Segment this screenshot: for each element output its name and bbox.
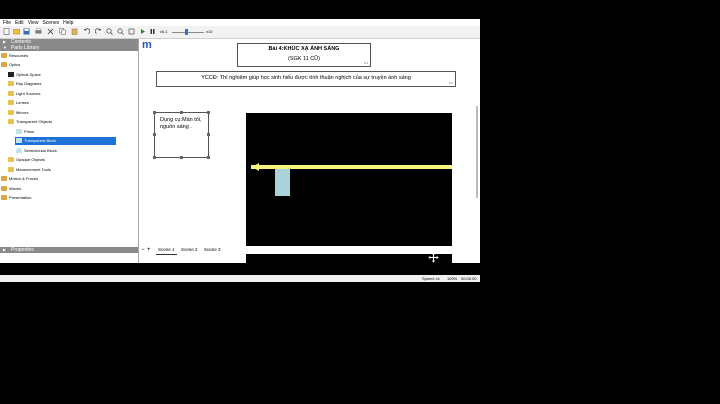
tree-item-transparent-objects[interactable]: Transparent Objects [8, 118, 52, 126]
menu-scenes[interactable]: Scenes [42, 20, 59, 26]
prism-icon [16, 129, 22, 135]
pause-icon[interactable] [149, 28, 156, 35]
resize-handle[interactable] [180, 156, 183, 159]
zoom-slider-track[interactable] [172, 32, 204, 33]
tab-scene-3[interactable]: Scene 3 [202, 246, 223, 254]
tree-item-lenses[interactable]: Lenses [8, 99, 29, 107]
objective-page-indicator: 1/1 [448, 81, 453, 85]
title-page-indicator: 1/1 [363, 61, 368, 65]
tree-item-motion-forces[interactable]: Motion & Forces [1, 175, 38, 183]
tree-item-measurement-tools[interactable]: Measurement Tools [8, 166, 51, 174]
note-text: Dụng cụ:Màn tối, nguồn sáng . [160, 117, 202, 130]
resize-handle[interactable] [207, 156, 210, 159]
vertical-scrollbar[interactable] [476, 106, 478, 198]
menu-help[interactable]: Help [63, 20, 73, 26]
left-panel: ▶ Contents ▼ Parts Library Resources Opt… [0, 39, 139, 263]
zoom-in-icon[interactable] [106, 28, 113, 35]
print-icon[interactable] [35, 28, 42, 35]
tree-item-opaque-objects[interactable]: Opaque Objects [8, 156, 45, 164]
folder-icon [1, 62, 7, 68]
parts-library-panel-header[interactable]: ▼ Parts Library [0, 45, 138, 51]
resize-handle[interactable] [180, 111, 183, 114]
tree-item-presentation[interactable]: Presentation [1, 194, 31, 202]
resize-handle[interactable] [153, 111, 156, 114]
semicircular-block-icon [16, 148, 22, 154]
save-icon[interactable] [23, 28, 30, 35]
status-bar: Speed: x1 100% 00:05.00 [0, 275, 480, 282]
add-scene-button[interactable]: + [147, 246, 151, 254]
fit-page-icon[interactable] [128, 28, 135, 35]
folder-icon [1, 195, 7, 201]
resize-handle[interactable] [153, 133, 156, 136]
folder-icon [8, 110, 14, 116]
folder-icon [8, 100, 14, 106]
tree-item-optics[interactable]: Optics [1, 61, 20, 69]
optics-scene [251, 163, 452, 196]
redo-icon[interactable] [95, 28, 102, 35]
tree-item-resources[interactable]: Resources [1, 52, 28, 60]
note-textbox[interactable]: Dụng cụ:Màn tối, nguồn sáng . [153, 111, 210, 159]
tree-item-transparent-block[interactable]: Transparent Block [15, 137, 116, 145]
menu-edit[interactable]: Edit [15, 20, 24, 26]
tree-item-ray-diagrams[interactable]: Ray Diagrams [8, 80, 41, 88]
folder-icon [1, 53, 7, 59]
canvas-area: m Bài 4:KHÚC XẠ ÁNH SÁNG (SGK 11 CŨ) 1/1… [139, 39, 480, 263]
menu-view[interactable]: View [28, 20, 39, 26]
resize-handle[interactable] [207, 111, 210, 114]
paste-icon[interactable] [71, 28, 78, 35]
tree-item-waves[interactable]: Waves [1, 185, 21, 193]
copy-icon[interactable] [59, 28, 66, 35]
zoom-min-label: x0.1 [160, 29, 168, 34]
remove-scene-button[interactable]: − [141, 246, 145, 254]
optical-space[interactable] [246, 113, 452, 263]
play-icon[interactable] [139, 28, 146, 35]
title-line-1: Bài 4:KHÚC XẠ ÁNH SÁNG [268, 46, 340, 52]
zoom-percent: 100% [447, 276, 458, 281]
tree-item-optical-space[interactable]: Optical Space [8, 71, 41, 79]
light-ray [251, 165, 452, 169]
folder-icon [8, 157, 14, 163]
zoom-max-label: x10 [206, 29, 213, 34]
toolbar: x0.1 x10 [0, 26, 480, 39]
title-textbox[interactable]: Bài 4:KHÚC XẠ ÁNH SÁNG (SGK 11 CŨ) 1/1 [237, 43, 371, 67]
zoom-slider-thumb[interactable] [185, 29, 188, 35]
tree-item-semicircular-block[interactable]: Semicircular Block [16, 147, 57, 155]
zoom-out-icon[interactable] [117, 28, 124, 35]
objective-text: YCCĐ: Thí nghiệm giúp học sinh hiểu được… [201, 75, 411, 81]
folder-open-icon [8, 119, 14, 125]
menu-file[interactable]: File [3, 20, 11, 26]
folder-icon [8, 167, 14, 173]
transparent-block-icon [16, 138, 22, 144]
resize-handle[interactable] [153, 156, 156, 159]
app-window: File Edit View Scenes Help x0.1 x10 ▶ Co… [0, 19, 480, 282]
collapse-arrow-icon: ▶ [3, 247, 7, 252]
tree-item-prism[interactable]: Prism [16, 128, 34, 136]
tab-scene-2[interactable]: Scene 2 [179, 246, 200, 254]
resize-handle[interactable] [207, 133, 210, 136]
open-folder-icon[interactable] [13, 28, 20, 35]
tab-scene-1[interactable]: Scene 1 [156, 246, 177, 255]
cut-icon[interactable] [47, 28, 54, 35]
folder-icon [1, 176, 7, 182]
folder-icon [8, 91, 14, 97]
title-line-2: (SGK 11 CŨ) [288, 56, 320, 62]
folder-icon [8, 81, 14, 87]
time-readout: 00:05.00 [461, 276, 477, 281]
objective-textbox[interactable]: YCCĐ: Thí nghiệm giúp học sinh hiểu được… [156, 71, 456, 87]
properties-panel-header[interactable]: ▶ Properties [0, 247, 138, 253]
undo-icon[interactable] [83, 28, 90, 35]
new-file-icon[interactable] [3, 28, 10, 35]
speed-indicator: Speed: x1 [422, 276, 441, 281]
transparent-block[interactable] [275, 169, 290, 196]
expand-arrow-icon: ▼ [3, 45, 7, 50]
folder-icon [1, 186, 7, 192]
scene-tabs-bar: − + Scene 1 Scene 2 Scene 3 [139, 246, 480, 255]
app-logo: m [142, 39, 152, 51]
tree-item-mirrors[interactable]: Mirrors [8, 109, 28, 117]
ray-arrow-icon [252, 163, 259, 171]
menu-bar: File Edit View Scenes Help [0, 19, 480, 26]
tree-item-light-sources[interactable]: Light Sources [8, 90, 40, 98]
optical-space-icon [8, 72, 14, 78]
